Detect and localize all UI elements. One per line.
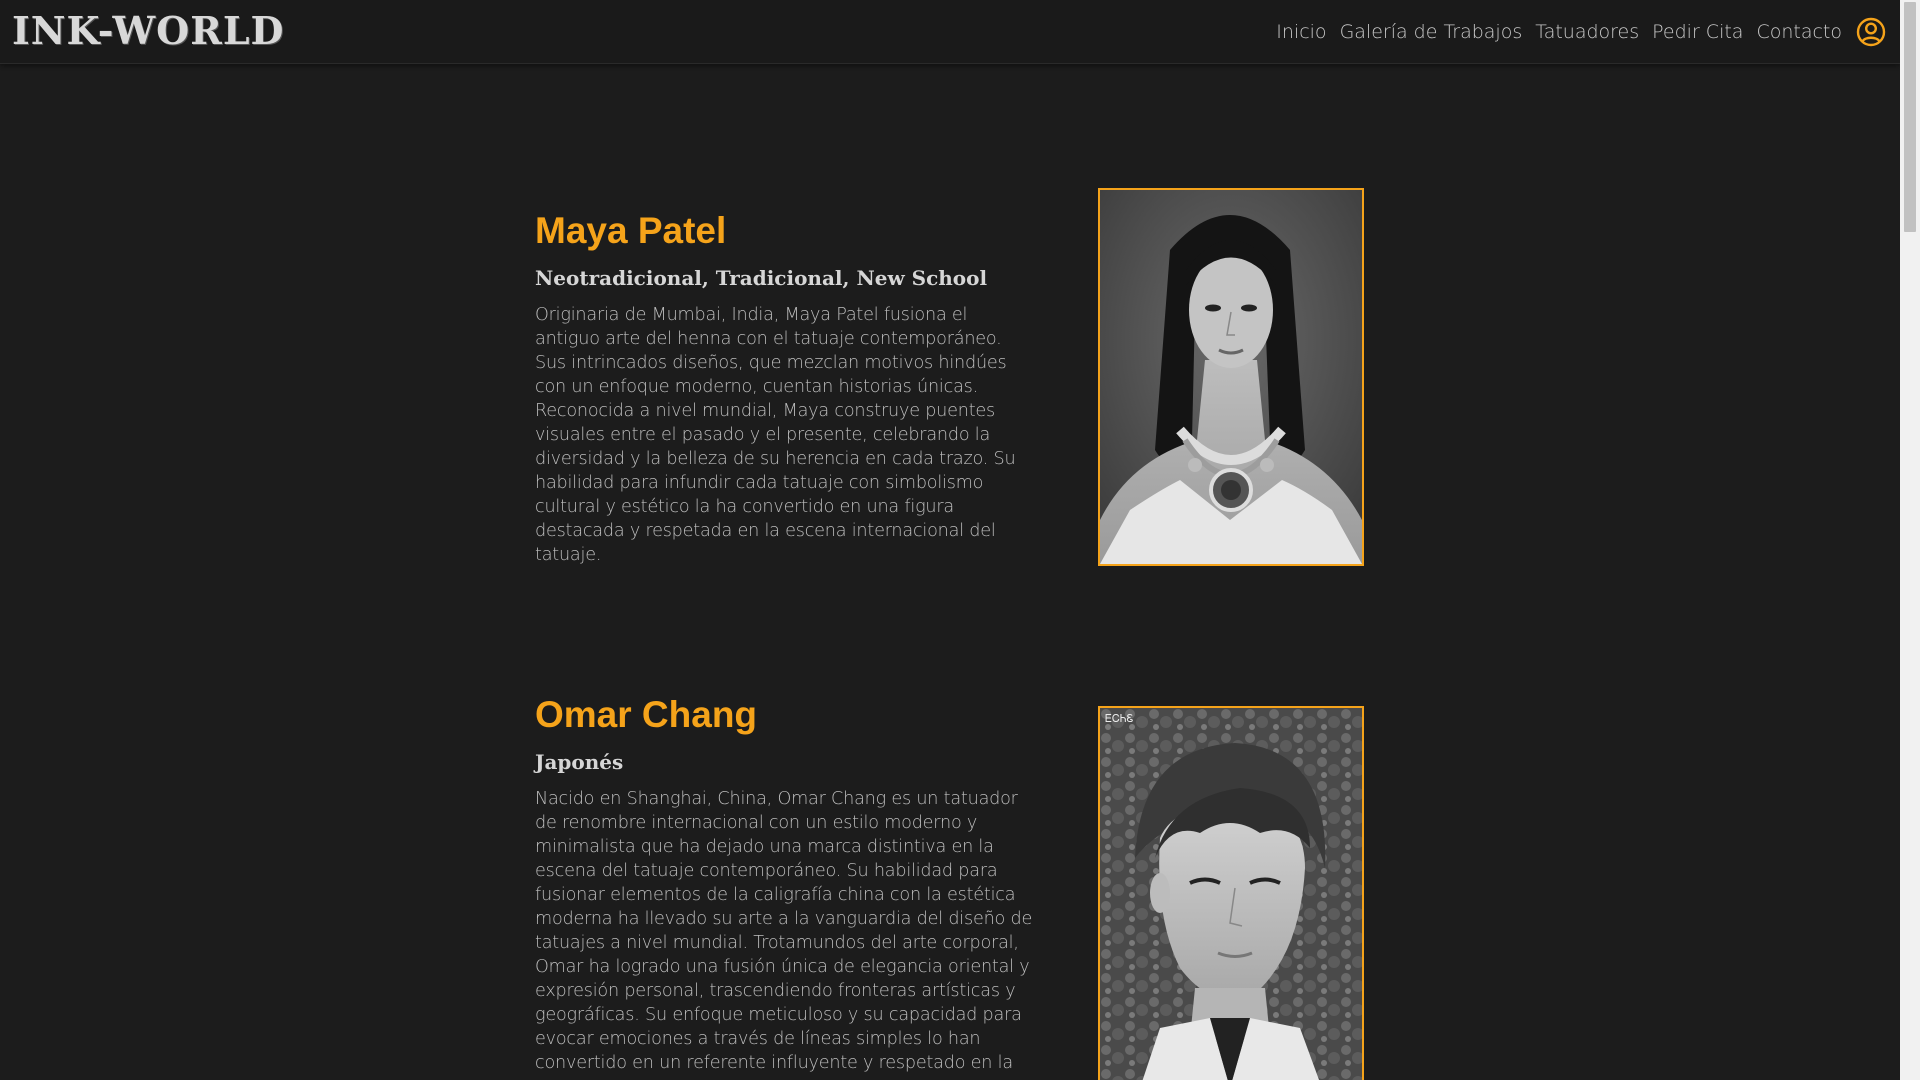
brand-logo[interactable]: INK-WORLD bbox=[12, 8, 285, 53]
artist-styles: Japonés bbox=[535, 750, 624, 774]
nav-link-pedir-cita[interactable]: Pedir Cita bbox=[1652, 21, 1743, 43]
nav-link-inicio[interactable]: Inicio bbox=[1276, 21, 1326, 43]
user-circle-icon[interactable] bbox=[1856, 17, 1886, 47]
artist-name: Maya Patel bbox=[535, 210, 727, 251]
nav-link-contacto[interactable]: Contacto bbox=[1756, 21, 1842, 43]
nav-links: Inicio Galería de Trabajos Tatuadores Pe… bbox=[1263, 0, 1886, 63]
artist-info: Omar Chang Japonés Nacido en Shanghai, C… bbox=[535, 693, 1035, 1075]
page: INK-WORLD Inicio Galería de Trabajos Tat… bbox=[0, 0, 1900, 1080]
nav-link-tatuadores[interactable]: Tatuadores bbox=[1535, 21, 1639, 43]
artist-bio: Originaria de Mumbai, India, Maya Patel … bbox=[535, 305, 1016, 565]
artist-styles: Neotradicional, Tradicional, New School bbox=[535, 266, 988, 290]
nav-link-galeria[interactable]: Galería de Trabajos bbox=[1340, 21, 1523, 43]
vertical-scrollbar[interactable] bbox=[1900, 0, 1920, 1080]
photo-watermark: ᎬᏟᏂᏋ bbox=[1105, 712, 1133, 725]
artist-photo bbox=[1098, 188, 1364, 566]
artist-bio: Nacido en Shanghai, China, Omar Chang es… bbox=[535, 789, 1033, 1073]
artist-info: Maya Patel Neotradicional, Tradicional, … bbox=[535, 209, 1035, 567]
artist-photo: ᎬᏟᏂᏋ bbox=[1098, 706, 1364, 1080]
top-navbar: INK-WORLD Inicio Galería de Trabajos Tat… bbox=[0, 0, 1900, 64]
artist-name: Omar Chang bbox=[535, 694, 758, 735]
scrollbar-thumb[interactable] bbox=[1904, 2, 1916, 232]
